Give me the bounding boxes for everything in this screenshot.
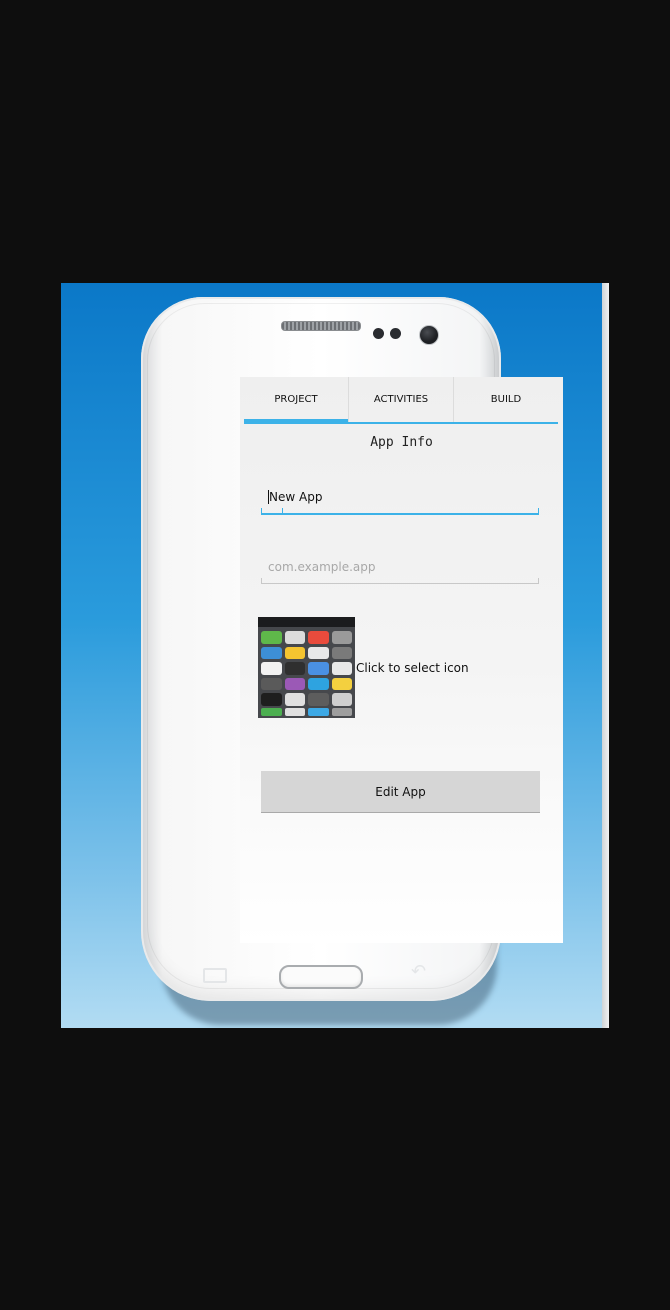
- package-name-field[interactable]: com.example.app: [261, 550, 539, 584]
- proximity-sensor: [373, 328, 384, 339]
- phone-frame: PROJECT ACTIVITIES BUILD App Info New Ap…: [141, 297, 563, 1001]
- tab-activities[interactable]: ACTIVITIES: [348, 377, 453, 422]
- tab-build[interactable]: BUILD: [453, 377, 558, 422]
- tab-label: BUILD: [490, 394, 522, 405]
- tab-label: PROJECT: [274, 394, 318, 405]
- tab-project[interactable]: PROJECT: [244, 377, 348, 424]
- app-screen: PROJECT ACTIVITIES BUILD App Info New Ap…: [240, 377, 563, 943]
- select-icon-label[interactable]: Click to select icon: [356, 661, 469, 675]
- app-icon-image[interactable]: [258, 617, 355, 718]
- emulator-window: PROJECT ACTIVITIES BUILD App Info New Ap…: [61, 283, 609, 1028]
- window-edge: [602, 283, 609, 1028]
- app-name-field[interactable]: New App: [261, 481, 539, 515]
- front-camera: [419, 325, 439, 345]
- speaker-grille: [281, 321, 361, 331]
- light-sensor: [390, 328, 401, 339]
- back-icon[interactable]: ↶: [411, 961, 426, 982]
- section-title: App Info: [370, 435, 433, 450]
- package-name-placeholder: com.example.app: [268, 559, 376, 574]
- edit-app-button[interactable]: Edit App: [261, 771, 540, 813]
- menu-icon[interactable]: [203, 968, 227, 983]
- app-name-value: New App: [269, 490, 323, 504]
- tab-bar: PROJECT ACTIVITIES BUILD: [244, 377, 558, 424]
- icon-picker[interactable]: Click to select icon: [258, 617, 469, 718]
- tab-label: ACTIVITIES: [373, 394, 429, 405]
- home-button[interactable]: [279, 965, 363, 989]
